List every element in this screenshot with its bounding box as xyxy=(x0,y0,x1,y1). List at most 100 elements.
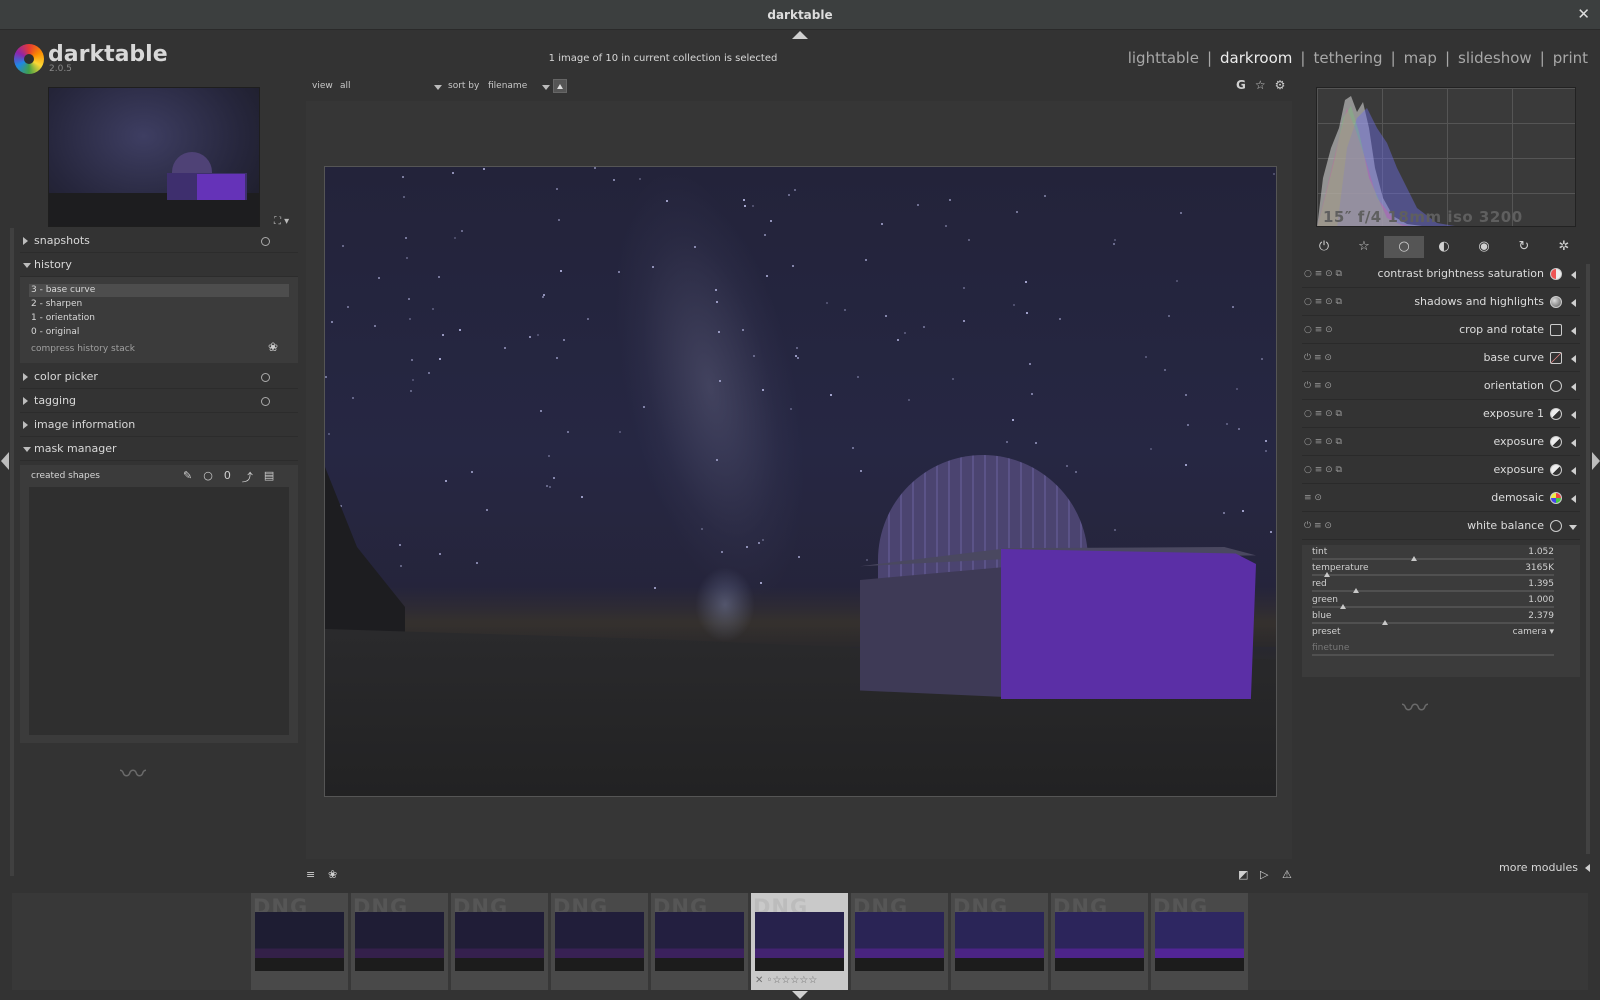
module-orientation[interactable]: ⏻ ≡ ⊙ orientation xyxy=(1302,373,1580,400)
view-filter-dropdown-icon[interactable] xyxy=(434,85,442,90)
filmstrip-thumbnail-selected[interactable]: DNG ✕ ◦☆☆☆☆☆ xyxy=(751,893,848,990)
overlay-stars-icon[interactable]: ☆ xyxy=(1255,78,1266,92)
filmstrip-thumbnail[interactable]: DNG xyxy=(851,893,948,990)
star-icon[interactable]: ☆ xyxy=(1344,236,1384,258)
history-item[interactable]: 3 - base curve xyxy=(29,284,289,297)
filmstrip-thumbnail[interactable]: DNG xyxy=(1051,893,1148,990)
module-controls[interactable]: ○ ≡ ⊙ xyxy=(1304,325,1333,335)
compress-history-button[interactable]: compress history stack xyxy=(31,344,135,354)
expand-arrow-icon[interactable] xyxy=(1571,327,1576,335)
temperature-slider[interactable]: temperature 3165K xyxy=(1312,563,1554,579)
styles-icon[interactable]: ❀ xyxy=(268,340,278,354)
collapse-right-panel-arrow-icon[interactable] xyxy=(1592,452,1600,470)
module-mask-manager[interactable]: mask manager xyxy=(20,439,298,461)
left-panel-scrollbar[interactable] xyxy=(10,228,14,876)
sort-by-value[interactable]: filename xyxy=(488,81,527,91)
filmstrip-thumbnail[interactable]: DNG xyxy=(451,893,548,990)
shapes-list[interactable] xyxy=(29,487,289,735)
correct-group-icon[interactable]: ↻ xyxy=(1504,236,1544,258)
histogram[interactable]: 15″ f/4 18mm iso 3200 xyxy=(1316,87,1576,227)
expand-arrow-icon[interactable] xyxy=(1571,411,1576,419)
collapse-arrow-icon[interactable] xyxy=(1569,525,1577,530)
module-tagging[interactable]: tagging xyxy=(20,391,298,413)
basic-group-icon[interactable]: ○ xyxy=(1384,236,1424,258)
presets-icon[interactable] xyxy=(261,237,270,246)
module-history[interactable]: history xyxy=(20,255,298,277)
module-exposure[interactable]: ○ ≡ ⊙ ⧉ exposure xyxy=(1302,457,1580,484)
filmstrip-thumbnail[interactable]: DNG xyxy=(651,893,748,990)
grouping-icon[interactable]: G xyxy=(1236,78,1246,92)
preset-value[interactable]: camera ▾ xyxy=(1513,627,1554,637)
expand-arrow-icon[interactable] xyxy=(1571,383,1576,391)
slider-thumb[interactable] xyxy=(1381,620,1388,625)
slider-thumb[interactable] xyxy=(1323,572,1330,577)
module-controls[interactable]: ⏻ ≡ ⊙ xyxy=(1304,381,1332,391)
color-group-icon[interactable]: ◉ xyxy=(1464,236,1504,258)
slider-thumb[interactable] xyxy=(1410,556,1417,561)
sort-dropdown-icon[interactable] xyxy=(542,85,550,90)
effect-group-icon[interactable]: ✲ xyxy=(1544,236,1584,258)
preset-selector[interactable]: preset camera ▾ xyxy=(1312,627,1554,643)
navigation-zoom-selector[interactable]: ⛶ ▾ xyxy=(274,216,289,227)
view-slideshow[interactable]: slideshow xyxy=(1458,49,1532,67)
module-crop-and-rotate[interactable]: ○ ≡ ⊙ crop and rotate xyxy=(1302,317,1580,344)
view-lighttable[interactable]: lighttable xyxy=(1128,49,1199,67)
tint-slider[interactable]: tint 1.052 xyxy=(1312,547,1554,563)
collapse-bottom-panel-arrow-icon[interactable] xyxy=(792,991,808,999)
expand-arrow-icon[interactable] xyxy=(1571,271,1576,279)
red-slider[interactable]: red 1.395 xyxy=(1312,579,1554,595)
styles-icon[interactable]: ❀ xyxy=(328,868,337,881)
module-demosaic[interactable]: ≡ ⊙ demosaic xyxy=(1302,485,1580,512)
view-filter-value[interactable]: all xyxy=(340,81,351,91)
module-color-picker[interactable]: color picker xyxy=(20,367,298,389)
blue-slider[interactable]: blue 2.379 xyxy=(1312,611,1554,627)
ellipse-shape-icon[interactable]: 0 xyxy=(224,469,231,485)
slider-track[interactable] xyxy=(1312,574,1554,576)
module-controls[interactable]: ○ ≡ ⊙ ⧉ xyxy=(1304,269,1342,279)
module-snapshots[interactable]: snapshots xyxy=(20,231,298,253)
main-image[interactable] xyxy=(324,166,1277,797)
view-map[interactable]: map xyxy=(1404,49,1437,67)
slider-thumb[interactable] xyxy=(1340,604,1347,609)
navigation-thumbnail[interactable] xyxy=(48,87,260,227)
module-controls[interactable]: ○ ≡ ⊙ ⧉ xyxy=(1304,437,1342,447)
module-contrast-brightness-saturation[interactable]: ○ ≡ ⊙ ⧉ contrast brightness saturation xyxy=(1302,261,1580,288)
brush-icon[interactable]: ✎ xyxy=(183,469,192,485)
view-darkroom[interactable]: darkroom xyxy=(1220,49,1292,67)
slider-track[interactable] xyxy=(1312,654,1554,656)
module-controls[interactable]: ⏻ ≡ ⊙ xyxy=(1304,521,1332,531)
path-shape-icon[interactable]: ⤴ xyxy=(242,469,253,485)
gamut-check-icon[interactable]: ⚠ xyxy=(1282,868,1292,881)
circle-shape-icon[interactable]: ○ xyxy=(203,469,213,485)
history-item[interactable]: 2 - sharpen xyxy=(29,298,289,311)
star-rating[interactable]: ✕ ◦☆☆☆☆☆ xyxy=(755,975,817,986)
module-exposure-1[interactable]: ○ ≡ ⊙ ⧉ exposure 1 xyxy=(1302,401,1580,428)
filmstrip-thumbnail[interactable]: DNG xyxy=(1151,893,1248,990)
expand-arrow-icon[interactable] xyxy=(1571,299,1576,307)
raw-overexposed-icon[interactable]: ◩ xyxy=(1238,868,1248,881)
slider-track[interactable] xyxy=(1312,622,1554,624)
collapse-top-panel-arrow-icon[interactable] xyxy=(792,31,808,39)
module-image-information[interactable]: image information xyxy=(20,415,298,437)
module-controls[interactable]: ≡ ⊙ xyxy=(1304,493,1322,503)
presets-icon[interactable] xyxy=(261,373,270,382)
history-item[interactable]: 0 - original xyxy=(29,326,289,339)
module-controls[interactable]: ○ ≡ ⊙ ⧉ xyxy=(1304,409,1342,419)
collapse-left-panel-arrow-icon[interactable] xyxy=(1,452,9,470)
more-modules-button[interactable]: more modules xyxy=(1499,861,1578,874)
filmstrip-thumbnail[interactable]: DNG xyxy=(951,893,1048,990)
filmstrip-thumbnail[interactable]: DNG xyxy=(551,893,648,990)
expand-arrow-icon[interactable] xyxy=(1571,467,1576,475)
presets-icon[interactable] xyxy=(261,397,270,406)
slider-track[interactable] xyxy=(1312,606,1554,608)
slider-thumb[interactable] xyxy=(1352,588,1359,593)
slider-track[interactable] xyxy=(1312,590,1554,592)
tone-group-icon[interactable]: ◐ xyxy=(1424,236,1464,258)
green-slider[interactable]: green 1.000 xyxy=(1312,595,1554,611)
expand-arrow-icon[interactable] xyxy=(1571,439,1576,447)
module-controls[interactable]: ○ ≡ ⊙ ⧉ xyxy=(1304,465,1342,475)
view-tethering[interactable]: tethering xyxy=(1313,49,1382,67)
finetune-slider[interactable]: finetune xyxy=(1312,643,1554,659)
module-exposure[interactable]: ○ ≡ ⊙ ⧉ exposure xyxy=(1302,429,1580,456)
history-item[interactable]: 1 - orientation xyxy=(29,312,289,325)
